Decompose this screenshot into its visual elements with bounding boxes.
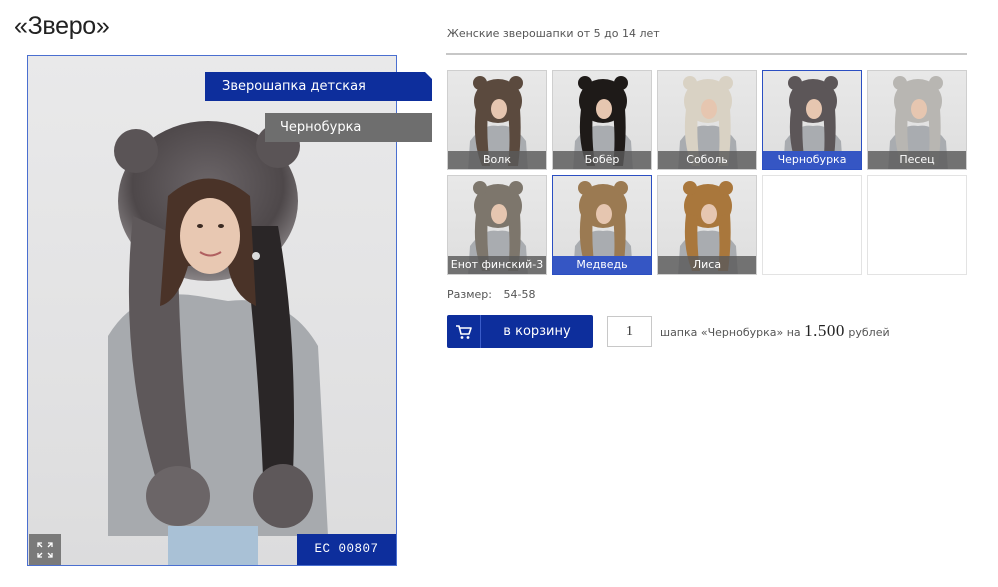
size-info: Размер: 54-58	[447, 288, 535, 301]
add-to-cart-button[interactable]: в корзину	[447, 315, 593, 348]
zoom-button[interactable]	[29, 534, 61, 565]
variant-label: Чернобурка	[763, 151, 861, 169]
summary-text: шапка «Чернобурка» на	[660, 326, 801, 339]
variant-label: Медведь	[553, 256, 651, 274]
page-title: «Зверо»	[14, 12, 110, 40]
variant-label: Енот финский-3	[448, 256, 546, 274]
currency-label: рублей	[848, 326, 890, 339]
variant-label: Лиса	[658, 256, 756, 274]
variant-thumbnail[interactable]: Енот финский-3	[447, 175, 547, 275]
product-code: ЕС 00807	[297, 534, 396, 565]
variant-thumbnail[interactable]: Волк	[447, 70, 547, 170]
size-value: 54-58	[503, 288, 536, 301]
empty-thumbnail-slot	[762, 175, 862, 275]
variant-thumbnail[interactable]: Чернобурка	[762, 70, 862, 170]
variant-label: Бобёр	[553, 151, 651, 169]
variant-label: Соболь	[658, 151, 756, 169]
variant-thumbnail[interactable]: Песец	[867, 70, 967, 170]
size-label: Размер:	[447, 288, 492, 301]
price-value: 1.500	[804, 321, 845, 340]
quantity-input[interactable]	[607, 316, 652, 347]
variant-thumbnail[interactable]: Лиса	[657, 175, 757, 275]
expand-icon	[37, 541, 53, 558]
variant-thumbnail[interactable]: Медведь	[552, 175, 652, 275]
order-summary: шапка «Чернобурка» на 1.500 рублей	[660, 321, 890, 341]
variant-label: Песец	[868, 151, 966, 169]
product-name-tag: Зверошапка детская	[205, 72, 432, 101]
cart-icon-box	[447, 315, 481, 348]
divider	[446, 53, 967, 55]
page-subtitle: Женские зверошапки от 5 до 14 лет	[447, 27, 660, 40]
empty-thumbnail-slot	[867, 175, 967, 275]
add-to-cart-label: в корзину	[503, 324, 571, 339]
variant-thumbnail[interactable]: Бобёр	[552, 70, 652, 170]
cart-icon	[455, 324, 472, 339]
variant-label: Волк	[448, 151, 546, 169]
variant-thumbnail[interactable]: Соболь	[657, 70, 757, 170]
variant-grid: Волк Бобёр Соболь Чернобурка Песец Енот финск…	[447, 70, 967, 275]
variant-name-tag: Чернобурка	[265, 113, 432, 142]
